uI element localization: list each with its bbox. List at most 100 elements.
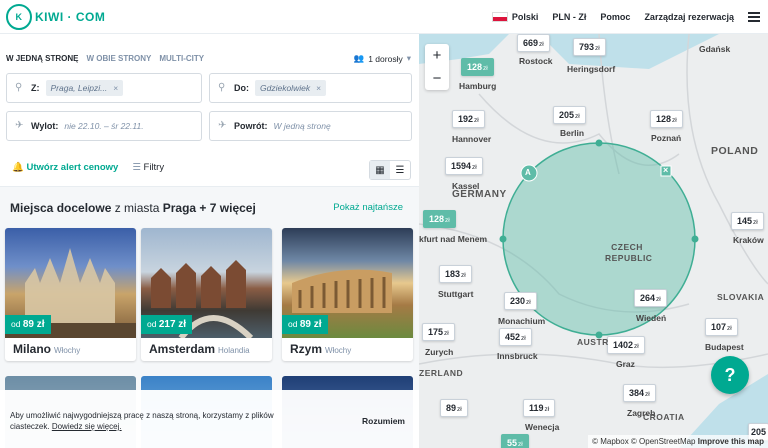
- country-label: SLOVAKIA: [717, 292, 765, 302]
- map-attribution: © Mapbox © OpenStreetMap Improve this ma…: [588, 435, 768, 448]
- price-pin[interactable]: 793zł: [573, 38, 606, 56]
- departure-date-field[interactable]: ✈ Wylot: nie 22.10. – śr 22.11.: [6, 111, 202, 141]
- destination-card-amsterdam[interactable]: od 217 zł Amsterdam Holandia: [141, 228, 272, 361]
- zoom-controls: + −: [425, 44, 449, 90]
- price-pin[interactable]: 1402zł: [607, 336, 645, 354]
- menu-icon[interactable]: [748, 12, 760, 22]
- language-selector[interactable]: Polski: [491, 12, 538, 23]
- country-label: AUSTR: [577, 337, 609, 347]
- remove-destination-icon[interactable]: ×: [316, 83, 321, 93]
- city-label: Wiedeń: [636, 313, 667, 323]
- price-pin[interactable]: 107zł: [705, 318, 738, 336]
- header: K KIWI · COM Polski PLN - Zł Pomoc Zarzą…: [0, 0, 768, 34]
- price-pin[interactable]: 384zł: [623, 384, 656, 402]
- card-price: od 89 zł: [5, 315, 51, 334]
- cookie-learn-more-link[interactable]: Dowiedz się więcej.: [52, 422, 122, 431]
- circle-close-icon[interactable]: ×: [663, 165, 668, 175]
- circle-origin-marker[interactable]: A: [525, 168, 531, 177]
- zoom-out-button[interactable]: −: [433, 70, 442, 87]
- price-pin[interactable]: 1594zł: [445, 157, 483, 175]
- remove-origin-icon[interactable]: ×: [113, 83, 118, 93]
- sliders-icon: ☰: [132, 162, 141, 173]
- manage-booking-link[interactable]: Zarządzaj rezerwacją: [644, 12, 734, 22]
- card-caption: Rzym Włochy: [290, 342, 352, 356]
- city-label: Gdańsk: [699, 44, 731, 54]
- city-label: Heringsdorf: [567, 64, 616, 74]
- city-label: Zurych: [425, 347, 454, 357]
- country-label: CROATIA: [643, 412, 685, 422]
- show-cheapest-link[interactable]: Pokaż najtańsze: [333, 202, 403, 213]
- country-label: POLAND: [711, 145, 759, 157]
- tab-one-way[interactable]: W JEDNĄ STRONĘ: [6, 54, 78, 63]
- price-pin[interactable]: 264zł: [634, 289, 667, 307]
- city-label: Wenecja: [525, 422, 560, 432]
- logo-mark: K: [6, 4, 32, 30]
- currency-selector[interactable]: PLN - Zł: [552, 12, 586, 22]
- return-date-field[interactable]: ✈ Powrót: W jedną stronę: [209, 111, 412, 141]
- city-label: Graz: [616, 359, 635, 369]
- grid-view-icon[interactable]: ▦: [370, 161, 390, 179]
- city-label: Berlin: [560, 128, 585, 138]
- people-icon: 👥: [353, 53, 365, 63]
- help-link[interactable]: Pomoc: [600, 12, 630, 22]
- destination-field[interactable]: ⚲ Do: Gdziekolwiek ×: [209, 73, 412, 103]
- price-pin[interactable]: 145zł: [731, 212, 764, 230]
- improve-map-link[interactable]: Improve this map: [698, 437, 764, 446]
- destinations-title: Miejsca docelowe z miasta Praga + 7 więc…: [10, 201, 256, 215]
- tab-round-trip[interactable]: W OBIE STRONY: [86, 54, 151, 63]
- price-pin[interactable]: 205zł: [553, 106, 586, 124]
- poland-flag-icon: [491, 12, 508, 23]
- price-pin[interactable]: 55zł: [501, 434, 529, 448]
- price-pin[interactable]: 128zł: [423, 210, 456, 228]
- list-view-icon[interactable]: ☰: [390, 161, 410, 179]
- cookie-banner: Aby umożliwić najwygodniejszą pracę z na…: [0, 390, 419, 448]
- cookie-text: Aby umożliwić najwygodniejszą pracę z na…: [10, 411, 274, 431]
- help-button[interactable]: ?: [711, 356, 749, 394]
- chevron-down-icon: ▾: [406, 53, 411, 63]
- header-nav: Polski PLN - Zł Pomoc Zarządzaj rezerwac…: [491, 0, 760, 34]
- search-panel: W JEDNĄ STRONĘ W OBIE STRONY MULTI-CITY …: [0, 34, 419, 448]
- cookie-accept-button[interactable]: Rozumiem: [362, 416, 405, 426]
- country-label: ZERLAND: [419, 368, 464, 378]
- city-label: Poznań: [651, 133, 682, 143]
- price-alert-button[interactable]: 🔔 Utwórz alert cenowy: [12, 162, 118, 173]
- price-pin[interactable]: 183zł: [439, 265, 472, 283]
- amsterdam-photo: od 217 zł: [141, 228, 272, 338]
- location-pin-icon: ⚲: [218, 82, 226, 93]
- origin-field[interactable]: ⚲ Z: Praga, Leipzi... ×: [6, 73, 202, 103]
- rome-photo: od 89 zł: [282, 228, 413, 338]
- price-pin[interactable]: 89zł: [440, 399, 468, 417]
- price-pin[interactable]: 175zł: [422, 323, 455, 341]
- map[interactable]: A × + − 669zł 793zł 128zł 205zł 192zł 12…: [419, 34, 768, 448]
- card-price: od 217 zł: [141, 315, 193, 334]
- city-label: Innsbruck: [497, 351, 538, 361]
- origin-chip[interactable]: Praga, Leipzi... ×: [45, 80, 124, 96]
- kiwi-logo[interactable]: K KIWI · COM: [6, 4, 105, 30]
- destination-chip[interactable]: Gdziekolwiek ×: [255, 80, 327, 96]
- price-pin[interactable]: 452zł: [499, 328, 532, 346]
- plane-landing-icon: ✈: [218, 120, 227, 131]
- price-pin[interactable]: 119zł: [523, 399, 556, 417]
- passengers-selector[interactable]: 👥 1 dorosły ▾: [354, 53, 411, 64]
- city-label: Kraków: [733, 235, 764, 245]
- milano-photo: od 89 zł: [5, 228, 136, 338]
- city-label: Stuttgart: [438, 289, 474, 299]
- destination-card-rzym[interactable]: od 89 zł Rzym Włochy: [282, 228, 413, 361]
- price-pin[interactable]: 128zł: [650, 110, 683, 128]
- zoom-in-button[interactable]: +: [433, 47, 442, 64]
- price-pin[interactable]: 669zł: [517, 34, 550, 52]
- price-pin[interactable]: 230zł: [504, 292, 537, 310]
- city-label: Rostock: [519, 56, 553, 66]
- filters-button[interactable]: ☰ Filtry: [132, 162, 164, 173]
- bell-icon: 🔔: [12, 162, 24, 173]
- city-label: Hannover: [452, 134, 492, 144]
- price-pin[interactable]: 128zł: [461, 58, 494, 76]
- action-row: 🔔 Utwórz alert cenowy ☰ Filtry: [12, 162, 164, 173]
- tab-multi-city[interactable]: MULTI-CITY: [159, 54, 204, 63]
- card-price: od 89 zł: [282, 315, 328, 334]
- destination-card-milano[interactable]: od 89 zł Milano Włochy: [5, 228, 136, 361]
- price-pin[interactable]: 192zł: [452, 110, 485, 128]
- location-pin-icon: ⚲: [15, 82, 23, 93]
- city-label: Hamburg: [459, 81, 497, 91]
- city-label: kfurt nad Menem: [419, 234, 488, 244]
